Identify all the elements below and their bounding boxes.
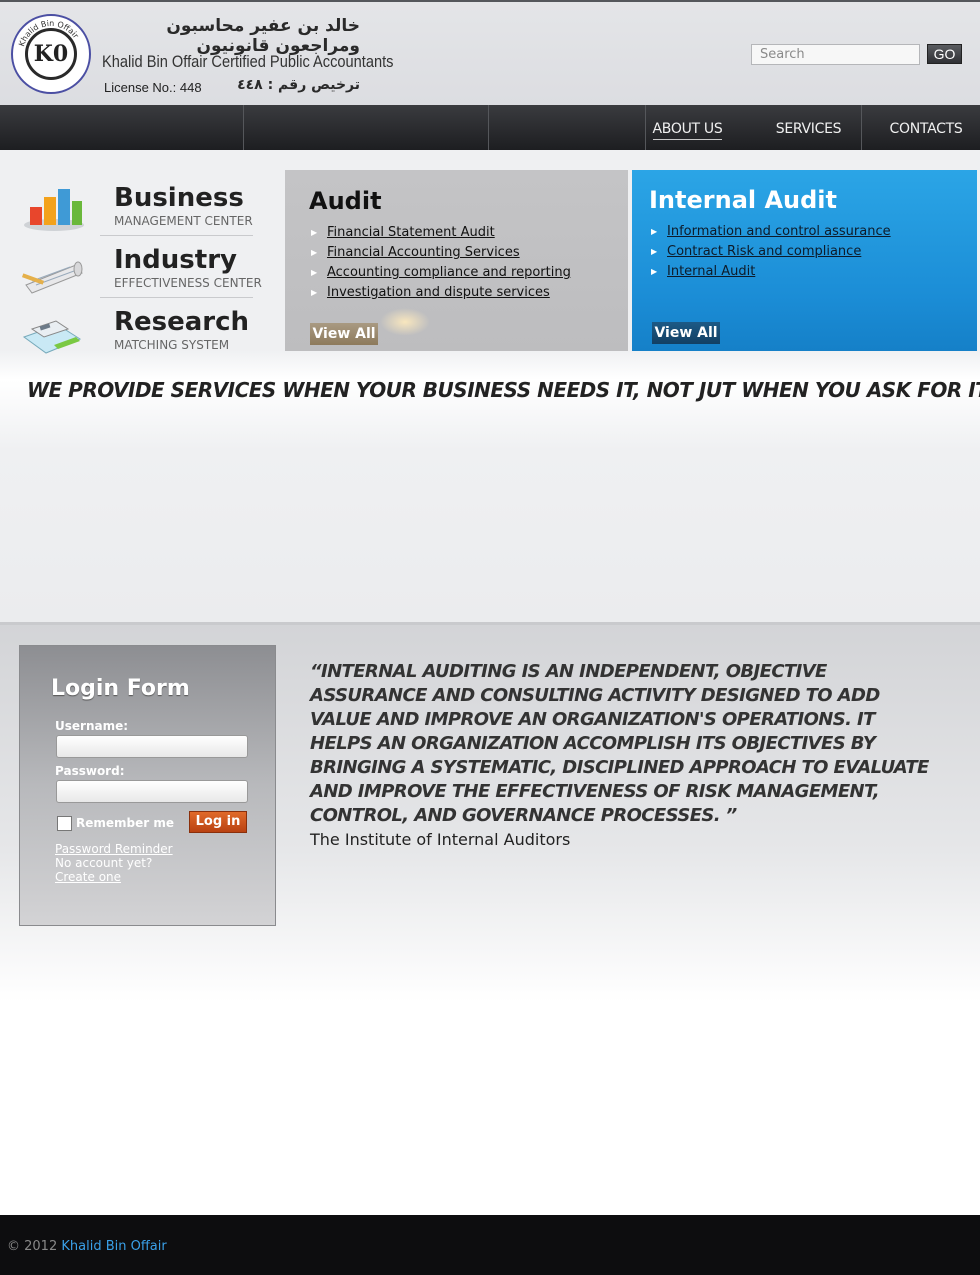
copyright-text: © 2012 bbox=[7, 1239, 58, 1254]
site-header: Khalid Bin Offair K0 خالد بن عفير محاسبو… bbox=[0, 0, 980, 105]
center-item-business[interactable]: Business MANAGEMENT CENTER bbox=[14, 183, 269, 243]
bar-chart-icon bbox=[24, 189, 84, 231]
nav-item-about-us[interactable]: ABOUT US bbox=[645, 105, 730, 150]
list-item: ▶ Financial Accounting Services bbox=[309, 243, 571, 263]
remember-me-checkbox[interactable] bbox=[57, 816, 72, 831]
login-title: Login Form bbox=[51, 676, 190, 701]
nav-divider bbox=[488, 105, 489, 150]
glow-decoration bbox=[380, 308, 430, 336]
arrow-bullet-icon: ▶ bbox=[311, 248, 318, 257]
internal-audit-title: Internal Audit bbox=[649, 186, 838, 214]
audit-link[interactable]: Investigation and dispute services bbox=[327, 285, 550, 300]
list-item: ▶ Contract Risk and compliance bbox=[649, 242, 891, 262]
footer-brand-link[interactable]: Khalid Bin Offair bbox=[61, 1239, 166, 1254]
nav-item-label: ABOUT US bbox=[652, 121, 723, 140]
remember-me-label: Remember me bbox=[76, 816, 174, 830]
audit-title: Audit bbox=[309, 187, 382, 215]
license-number-arabic: ترخيص رقم : ٤٤٨ bbox=[237, 77, 360, 93]
arrow-bullet-icon: ▶ bbox=[651, 247, 658, 256]
list-item: ▶ Financial Statement Audit bbox=[309, 223, 571, 243]
username-label: Username: bbox=[55, 719, 129, 733]
tagline: WE PROVIDE SERVICES WHEN YOUR BUSINESS N… bbox=[27, 378, 980, 402]
center-subtitle: MANAGEMENT CENTER bbox=[114, 214, 253, 228]
password-reminder-link[interactable]: Password Reminder bbox=[55, 842, 173, 856]
center-title: Business bbox=[114, 183, 244, 213]
nav-item-services[interactable]: SERVICES bbox=[755, 105, 862, 150]
list-item: ▶ Accounting compliance and reporting bbox=[309, 263, 571, 283]
center-title: Research bbox=[114, 307, 250, 337]
main-nav: ABOUT US SERVICES CONTACTS bbox=[0, 105, 980, 150]
english-company-name: Khalid Bin Offair Certified Public Accou… bbox=[102, 52, 394, 71]
password-label: Password: bbox=[55, 764, 125, 778]
nav-item-label: SERVICES bbox=[775, 121, 842, 137]
center-subtitle: MATCHING SYSTEM bbox=[114, 338, 230, 352]
create-account-link[interactable]: Create one bbox=[55, 870, 121, 884]
list-item: ▶ Information and control assurance bbox=[649, 222, 891, 242]
audit-link[interactable]: Financial Accounting Services bbox=[327, 245, 520, 260]
audit-link[interactable]: Accounting compliance and reporting bbox=[327, 265, 571, 280]
arrow-bullet-icon: ▶ bbox=[311, 228, 318, 237]
search-input[interactable] bbox=[751, 44, 920, 65]
arrow-bullet-icon: ▶ bbox=[311, 288, 318, 297]
internal-audit-services-list: ▶ Information and control assurance ▶ Cont… bbox=[649, 222, 891, 282]
arrow-bullet-icon: ▶ bbox=[311, 268, 318, 277]
arrow-bullet-icon: ▶ bbox=[651, 227, 658, 236]
logo-mark: K0 bbox=[25, 28, 77, 80]
copyright: © 2012 Khalid Bin Offair bbox=[7, 1239, 167, 1254]
blueprint-icon bbox=[21, 261, 83, 294]
center-item-research[interactable]: Research MATCHING SYSTEM bbox=[14, 307, 269, 367]
internal-audit-link[interactable]: Internal Audit bbox=[667, 264, 755, 279]
quote-source: The Institute of Internal Auditors bbox=[310, 830, 571, 849]
login-button[interactable]: Log in bbox=[189, 811, 247, 833]
nav-item-label: CONTACTS bbox=[889, 121, 963, 137]
quote-text: “INTERNAL AUDITING IS AN INDEPENDENT, OB… bbox=[310, 661, 929, 826]
center-item-industry[interactable]: Industry EFFECTIVENESS CENTER bbox=[14, 245, 269, 305]
audit-view-all-button[interactable]: View All bbox=[310, 323, 378, 345]
no-account-text: No account yet? bbox=[55, 856, 153, 870]
search-go-button[interactable]: GO bbox=[927, 44, 962, 64]
list-item: ▶ Internal Audit bbox=[649, 262, 891, 282]
internal-audit-link[interactable]: Information and control assurance bbox=[667, 224, 891, 239]
login-form: Login Form Username: Password: Remember … bbox=[19, 645, 276, 926]
nav-item-contacts[interactable]: CONTACTS bbox=[872, 105, 980, 150]
internal-audit-view-all-button[interactable]: View All bbox=[652, 322, 720, 344]
divider bbox=[100, 297, 253, 298]
audit-services-list: ▶ Financial Statement Audit ▶ Financial Ac… bbox=[309, 223, 571, 303]
center-subtitle: EFFECTIVENESS CENTER bbox=[114, 276, 262, 290]
nav-divider bbox=[243, 105, 244, 150]
divider bbox=[100, 235, 253, 236]
arabic-company-name: خالد بن عفير محاسبون ومراجعون قانونيون bbox=[166, 16, 360, 56]
license-number: License No.: 448 bbox=[104, 80, 202, 95]
arrow-bullet-icon: ▶ bbox=[651, 267, 658, 276]
list-item: ▶ Investigation and dispute services bbox=[309, 283, 571, 303]
center-title: Industry bbox=[114, 245, 237, 275]
username-field[interactable] bbox=[56, 735, 248, 758]
logo[interactable]: Khalid Bin Offair K0 bbox=[11, 14, 91, 94]
audit-link[interactable]: Financial Statement Audit bbox=[327, 225, 495, 240]
calculator-icon bbox=[22, 320, 82, 354]
password-field[interactable] bbox=[56, 780, 248, 803]
site-footer: © 2012 Khalid Bin Offair bbox=[0, 1215, 980, 1275]
internal-audit-link[interactable]: Contract Risk and compliance bbox=[667, 244, 861, 259]
